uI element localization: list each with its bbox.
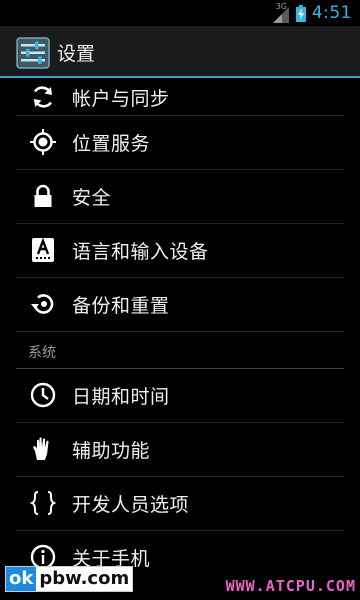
settings-item-label: 日期和时间: [72, 386, 170, 408]
settings-item-location[interactable]: 位置服务: [16, 116, 344, 170]
settings-item-label: 备份和重置: [72, 295, 170, 317]
backup-restore-icon: [31, 294, 54, 314]
watermark-pbw: pbw.com: [36, 567, 133, 591]
battery-charging-icon: [295, 4, 306, 22]
settings-item-date-time[interactable]: 日期和时间: [16, 369, 344, 423]
signal-icon: [272, 7, 289, 23]
clock-icon: [30, 382, 56, 408]
sync-icon: [33, 86, 53, 108]
settings-item-label: 位置服务: [72, 133, 151, 155]
watermark-ok: ok: [6, 567, 37, 591]
action-bar: 设置: [0, 26, 360, 78]
lock-icon: [34, 184, 52, 207]
settings-item-label: 安全: [72, 187, 112, 209]
settings-app-icon[interactable]: [16, 37, 50, 69]
hand-icon: [33, 437, 49, 460]
section-header-label: 系统: [28, 345, 56, 361]
settings-item-label: 辅助功能: [72, 440, 151, 462]
page-title: 设置: [57, 43, 96, 65]
watermark-okpbw: ok pbw.com: [5, 566, 134, 592]
settings-item-developer-options[interactable]: 开发人员选项: [16, 477, 344, 531]
status-indicators: 4:51: [272, 0, 352, 26]
braces-icon: [30, 491, 56, 515]
location-icon: [30, 129, 56, 155]
section-header-system: 系统: [16, 332, 344, 369]
settings-item-accounts-sync[interactable]: 帐户与同步: [16, 78, 344, 116]
settings-item-label: 开发人员选项: [72, 494, 190, 516]
settings-item-accessibility[interactable]: 辅助功能: [16, 423, 344, 477]
settings-item-security[interactable]: 安全: [16, 170, 344, 224]
settings-list: 帐户与同步 位置服务 安全 语言和输入设备 备份和重置 系统 日期和时间 辅助功…: [0, 78, 360, 585]
keyboard-language-icon: [32, 237, 54, 262]
settings-item-language-input[interactable]: 语言和输入设备: [16, 224, 344, 278]
status-bar: 3G 4:51: [0, 0, 360, 26]
clock: 4:51: [311, 3, 352, 23]
settings-item-backup-reset[interactable]: 备份和重置: [16, 278, 344, 332]
settings-item-label: 帐户与同步: [72, 88, 170, 110]
settings-item-label: 语言和输入设备: [72, 241, 209, 263]
watermark-atcpu: WWW.ATCPU.COM: [225, 577, 356, 595]
